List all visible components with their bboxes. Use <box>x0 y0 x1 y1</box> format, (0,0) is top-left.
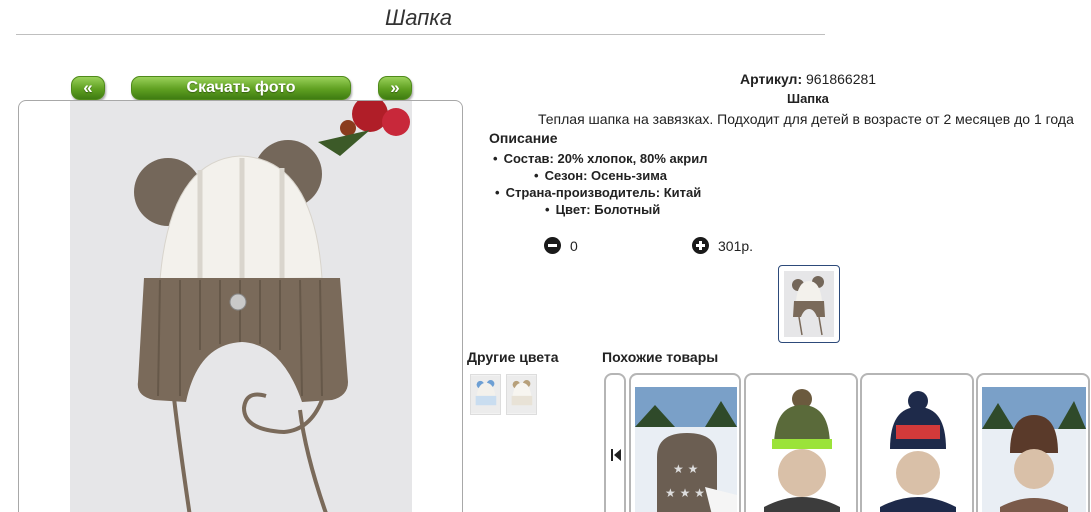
title-divider <box>16 34 825 35</box>
product-description: Теплая шапка на завязках. Подходит для д… <box>538 111 1074 127</box>
spec-item: Состав: 20% хлопок, 80% акрил <box>493 151 708 166</box>
next-photo-button[interactable]: » <box>378 76 412 100</box>
similar-product-card[interactable] <box>860 373 974 512</box>
thumbnail-image <box>784 271 834 337</box>
similar-products-heading: Похожие товары <box>602 349 719 365</box>
product-photo[interactable] <box>70 100 412 512</box>
selected-photo-thumbnail[interactable] <box>778 265 840 343</box>
carousel-prev-button[interactable] <box>604 373 626 512</box>
price: 301р. <box>718 238 754 254</box>
product-name: Шапка <box>787 91 829 106</box>
product-image <box>750 387 854 512</box>
color-variant-thumbnail[interactable] <box>506 374 537 415</box>
similar-product-card[interactable]: ★ ★ ★ ★ ★ <box>629 373 741 512</box>
spec-item: Страна-производитель: Китай <box>495 185 702 200</box>
product-photo-frame <box>18 100 463 512</box>
minus-icon[interactable] <box>544 237 561 254</box>
plus-icon[interactable] <box>692 237 709 254</box>
description-heading: Описание <box>489 130 558 146</box>
spec-item: Цвет: Болотный <box>545 202 661 217</box>
product-image <box>866 387 970 512</box>
page-title: Шапка <box>385 5 452 30</box>
other-colors-heading: Другие цвета <box>467 349 559 365</box>
skip-back-icon <box>611 449 621 461</box>
download-photo-button[interactable]: Скачать фото <box>131 76 351 100</box>
product-image: ★ ★ ★ ★ ★ <box>635 387 737 512</box>
article-number: Артикул: 961866281 <box>740 71 876 87</box>
similar-product-card[interactable] <box>744 373 858 512</box>
product-image <box>982 387 1086 512</box>
svg-text:★ ★: ★ ★ <box>673 462 698 476</box>
article-label: Артикул: <box>740 71 803 87</box>
quantity-value: 0 <box>570 238 578 254</box>
spec-item: Сезон: Осень-зима <box>534 168 667 183</box>
color-variant-thumbnail[interactable] <box>470 374 501 415</box>
prev-photo-button[interactable]: « <box>71 76 105 100</box>
similar-product-card[interactable] <box>976 373 1090 512</box>
article-value: 961866281 <box>806 71 877 87</box>
svg-text:★ ★ ★: ★ ★ ★ <box>665 486 705 500</box>
